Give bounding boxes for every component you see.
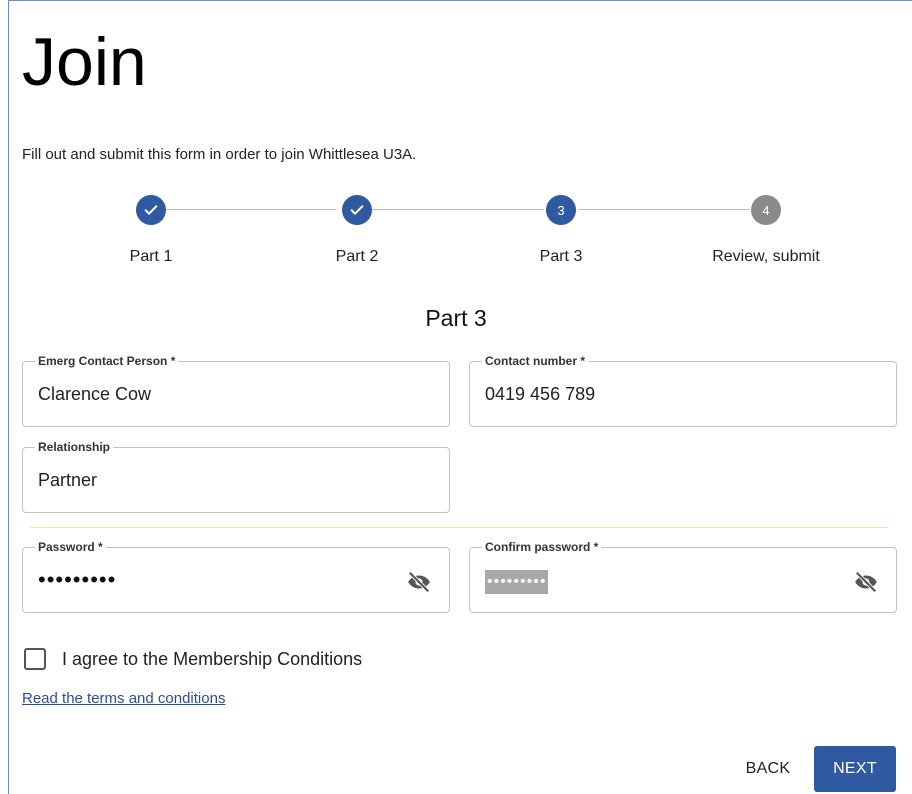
step-3-active: 3 (546, 195, 576, 225)
page-title: Join (22, 24, 147, 100)
divider (30, 527, 888, 528)
field-value[interactable]: Partner (38, 470, 97, 491)
eye-off-icon (855, 571, 877, 593)
intro-text: Fill out and submit this form in order t… (22, 146, 417, 163)
field-label: Contact number * (482, 354, 589, 368)
eye-off-icon (408, 571, 430, 593)
relationship-field[interactable]: Relationship Partner (22, 440, 450, 513)
next-button[interactable]: NEXT (814, 746, 896, 792)
step-2-complete (342, 195, 372, 225)
step-connector (166, 209, 336, 210)
field-label: Emerg Contact Person * (35, 354, 179, 368)
step-number: 3 (557, 202, 565, 218)
check-icon (144, 205, 158, 215)
step-connector (578, 209, 750, 210)
field-label: Confirm password * (482, 540, 602, 554)
step-number: 4 (762, 202, 770, 218)
step-label: Part 3 (539, 248, 583, 265)
password-value[interactable]: ••••••••• (38, 568, 116, 592)
step-label: Part 1 (129, 248, 173, 265)
emerg-contact-field[interactable]: Emerg Contact Person * Clarence Cow (22, 354, 450, 427)
confirm-password-value[interactable]: ••••••••• (485, 570, 549, 594)
field-value[interactable]: Clarence Cow (38, 384, 151, 405)
section-title: Part 3 (425, 305, 487, 331)
stepper: 3 4 Part 1 Part 2 Part 3 Review, submit (0, 192, 912, 272)
contact-number-field[interactable]: Contact number * 0419 456 789 (469, 354, 897, 427)
field-label: Password * (35, 540, 106, 554)
terms-link[interactable]: Read the terms and conditions (22, 690, 225, 707)
step-label: Part 2 (335, 248, 379, 265)
step-label: Review, submit (712, 248, 820, 265)
confirm-password-field[interactable]: Confirm password * ••••••••• (469, 540, 897, 613)
password-field[interactable]: Password * ••••••••• (22, 540, 450, 613)
check-icon (350, 205, 364, 215)
toggle-password-visibility[interactable] (405, 568, 433, 596)
step-connector (372, 209, 544, 210)
membership-conditions-checkbox[interactable] (24, 648, 46, 670)
checkbox-label[interactable]: I agree to the Membership Conditions (62, 649, 362, 670)
field-label: Relationship (35, 440, 114, 454)
toggle-confirm-password-visibility[interactable] (852, 568, 880, 596)
step-1-complete (136, 195, 166, 225)
back-button[interactable]: BACK (728, 747, 808, 791)
field-value[interactable]: 0419 456 789 (485, 384, 595, 405)
step-4-pending: 4 (751, 195, 781, 225)
